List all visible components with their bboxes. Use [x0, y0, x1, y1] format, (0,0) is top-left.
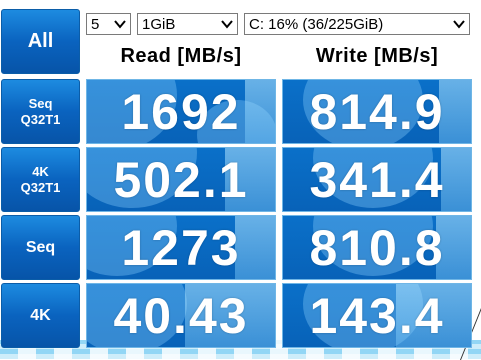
- test-label-line1: 4K: [32, 163, 49, 179]
- test-label-line1: 4K: [30, 306, 51, 324]
- seq-read-result: 1273: [86, 215, 276, 280]
- test-label-line1: Seq: [25, 238, 56, 256]
- all-tests-button[interactable]: All: [1, 9, 80, 74]
- 4k-button[interactable]: 4K: [1, 283, 80, 348]
- write-column-header: Write [MB/s]: [315, 45, 439, 67]
- result-value: 502.1: [113, 151, 249, 208]
- test-label-line2: Q32T1: [20, 111, 61, 127]
- seq-button[interactable]: Seq: [1, 215, 80, 280]
- result-value: 40.43: [113, 287, 249, 344]
- seq-q32t1-write-result: 814.9: [282, 79, 472, 144]
- seq-q32t1-button[interactable]: Seq Q32T1: [1, 79, 80, 144]
- test-label-line1: Seq: [28, 95, 53, 111]
- chevron-down-icon: [114, 20, 126, 29]
- 4k-write-result: 143.4: [282, 283, 472, 348]
- test-count-select[interactable]: 5: [86, 13, 131, 35]
- chevron-down-icon: [453, 20, 465, 29]
- test-size-select[interactable]: 1GiB: [137, 13, 238, 35]
- 4k-q32t1-read-result: 502.1: [86, 147, 276, 212]
- chevron-down-icon: [221, 20, 233, 29]
- result-value: 1692: [121, 83, 241, 140]
- test-count-value: 5: [91, 15, 100, 33]
- seq-q32t1-read-result: 1692: [86, 79, 276, 144]
- result-value: 341.4: [309, 151, 445, 208]
- result-value: 814.9: [309, 83, 445, 140]
- result-value: 143.4: [309, 287, 445, 344]
- 4k-q32t1-button[interactable]: 4K Q32T1: [1, 147, 80, 212]
- result-value: 1273: [121, 219, 241, 276]
- drive-value: C: 16% (36/225GiB): [249, 15, 384, 33]
- test-label-line2: Q32T1: [20, 179, 61, 195]
- read-column-header: Read [MB/s]: [120, 45, 242, 67]
- result-value: 810.8: [309, 219, 445, 276]
- 4k-q32t1-write-result: 341.4: [282, 147, 472, 212]
- test-size-value: 1GiB: [142, 15, 176, 33]
- drive-select[interactable]: C: 16% (36/225GiB): [244, 13, 470, 35]
- seq-write-result: 810.8: [282, 215, 472, 280]
- 4k-read-result: 40.43: [86, 283, 276, 348]
